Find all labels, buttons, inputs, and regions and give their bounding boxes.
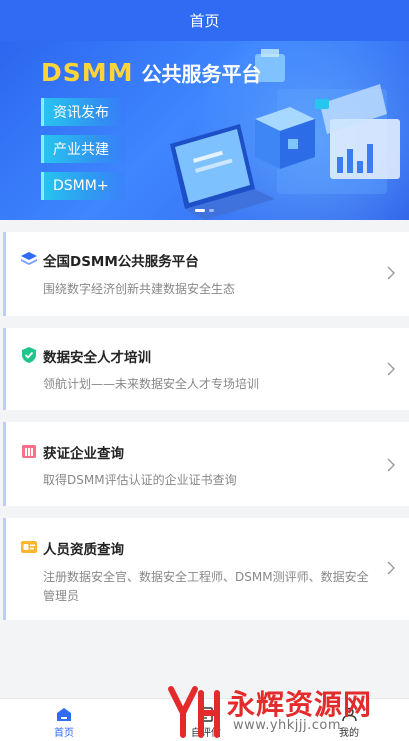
watermark-text: 永辉资源网 xyxy=(227,688,373,721)
chevron-right-icon xyxy=(387,458,395,472)
banner-carousel[interactable]: DSMM 公共服务平台 资讯发布 产业共建 DSMM+ xyxy=(0,41,409,220)
pill-dsmm-plus[interactable]: DSMM+ xyxy=(41,172,125,200)
carousel-dot xyxy=(209,209,214,212)
brand-text: 公共服务平台 xyxy=(141,62,262,86)
watermark: 永辉资源网 www.yhkjjj.com xyxy=(165,683,385,741)
chevron-right-icon xyxy=(387,561,395,575)
top-navigation-bar: 首页 xyxy=(0,0,409,41)
carousel-dot xyxy=(195,209,205,212)
watermark-url: www.yhkjjj.com xyxy=(233,718,342,733)
card-certified-enterprise[interactable]: 获证企业查询 取得DSMM评估认证的企业证书查询 xyxy=(3,422,409,506)
card-subtitle: 取得DSMM评估认证的企业证书查询 xyxy=(43,473,237,487)
id-card-icon xyxy=(21,541,37,553)
brand-highlight: DSMM xyxy=(41,58,134,87)
card-title: 获证企业查询 xyxy=(43,446,124,462)
page-title: 首页 xyxy=(189,12,220,30)
card-dsmm-platform[interactable]: 全国DSMM公共服务平台 围绕数字经济创新共建数据安全生态 xyxy=(3,232,409,316)
tab-home[interactable]: 首页 xyxy=(14,699,114,741)
card-title: 数据安全人才培训 xyxy=(43,350,151,366)
carousel-indicator xyxy=(0,209,409,212)
card-subtitle: 领航计划——未来数据安全人才专场培训 xyxy=(43,377,260,391)
banner-brand: DSMM 公共服务平台 xyxy=(41,58,262,87)
card-subtitle: 注册数据安全官、数据安全工程师、DSMM测评师、数据安全管理员 xyxy=(43,570,369,603)
tab-label: 首页 xyxy=(54,728,74,739)
home-icon xyxy=(57,708,71,721)
pill-industry[interactable]: 产业共建 xyxy=(41,135,125,163)
pill-news[interactable]: 资讯发布 xyxy=(41,98,125,126)
chevron-right-icon xyxy=(387,362,395,376)
card-title: 全国DSMM公共服务平台 xyxy=(43,254,199,270)
building-icon xyxy=(22,445,36,458)
shield-check-icon xyxy=(22,347,36,363)
chevron-right-icon xyxy=(387,266,395,280)
watermark-logo xyxy=(168,686,220,738)
card-title: 人员资质查询 xyxy=(43,542,124,558)
card-personnel-qualification[interactable]: 人员资质查询 注册数据安全官、数据安全工程师、DSMM测评师、数据安全管理员 xyxy=(3,518,409,620)
card-talent-training[interactable]: 数据安全人才培训 领航计划——未来数据安全人才专场培训 xyxy=(3,328,409,410)
card-subtitle: 围绕数字经济创新共建数据安全生态 xyxy=(43,282,236,296)
stack-layers-icon xyxy=(21,252,37,265)
